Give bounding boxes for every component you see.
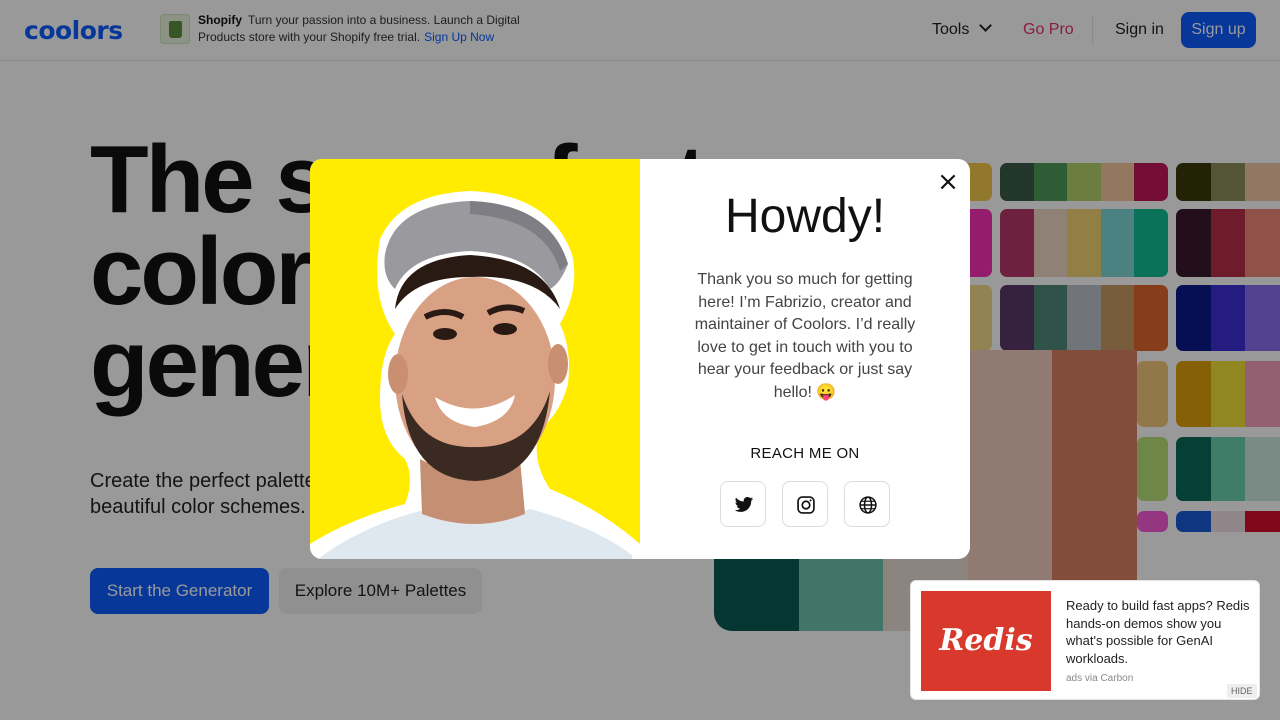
redis-ad-image[interactable]: Redis bbox=[921, 591, 1051, 691]
reach-me-label: REACH ME ON bbox=[750, 445, 860, 462]
globe-icon bbox=[859, 496, 877, 514]
redis-logo: Redis bbox=[939, 623, 1033, 658]
howdy-modal: × Howdy! Thank you so much for getting h… bbox=[310, 159, 970, 559]
instagram-icon bbox=[797, 496, 815, 514]
website-button[interactable] bbox=[844, 481, 890, 527]
ad-via-link[interactable]: ads via Carbon bbox=[1066, 673, 1133, 684]
twitter-button[interactable] bbox=[720, 481, 766, 527]
modal-body: Thank you so much for getting here! I’m … bbox=[694, 271, 916, 401]
creator-portrait-illustration bbox=[310, 191, 640, 559]
twitter-icon bbox=[734, 497, 754, 512]
instagram-button[interactable] bbox=[782, 481, 828, 527]
carbon-ad[interactable]: Redis Ready to build fast apps? Redis ha… bbox=[910, 580, 1260, 700]
modal-title: Howdy! bbox=[724, 190, 886, 243]
ad-text[interactable]: Ready to build fast apps? Redis hands-on… bbox=[1066, 597, 1256, 667]
creator-photo bbox=[310, 159, 640, 559]
hide-ad-button[interactable]: HIDE bbox=[1227, 684, 1257, 698]
